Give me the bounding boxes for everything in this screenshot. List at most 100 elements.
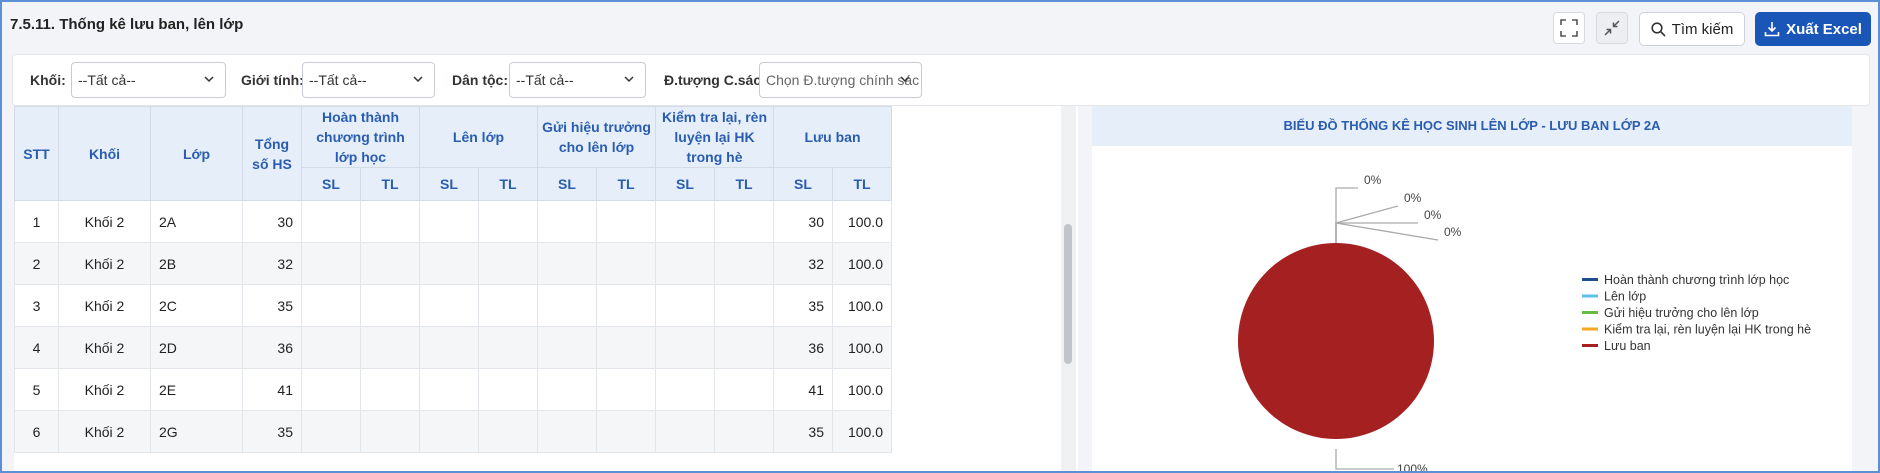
cell-luuban-tl: 100.0 <box>832 326 892 369</box>
gioitinh-select-value: --Tất cả-- <box>309 72 367 88</box>
legend-item[interactable]: Lên lớp <box>1604 290 1646 304</box>
cell-tong: 30 <box>242 200 302 243</box>
cell-empty <box>655 242 715 285</box>
gioitinh-label: Giới tính: <box>241 72 304 88</box>
cell-stt: 4 <box>14 326 59 369</box>
legend-swatch[interactable] <box>1582 344 1598 347</box>
legend-item[interactable]: Gửi hiệu trưởng cho lên lớp <box>1604 306 1759 320</box>
chart-title: BIỂU ĐỒ THỐNG KÊ HỌC SINH LÊN LỚP - LƯU … <box>1092 106 1852 146</box>
cell-tong: 35 <box>242 410 302 453</box>
khoi-select[interactable]: --Tất cả-- <box>71 62 226 98</box>
doituong-label: Đ.tượng C.sách: <box>664 72 775 88</box>
col-tongso: Tổng số HS <box>242 106 302 201</box>
table-row[interactable]: 4 Khối 2 2D 36 36 100.0 <box>14 326 892 369</box>
legend-swatch[interactable] <box>1582 278 1598 281</box>
search-button[interactable]: Tìm kiếm <box>1639 12 1745 46</box>
cell-tong: 32 <box>242 242 302 285</box>
legend-swatch[interactable] <box>1582 327 1598 331</box>
cell-empty <box>714 284 774 327</box>
cell-khoi: Khối 2 <box>58 326 151 369</box>
table-row[interactable]: 3 Khối 2 2C 35 35 100.0 <box>14 284 892 327</box>
leader-line <box>1335 449 1394 470</box>
filter-bar: Khối: --Tất cả-- Giới tính: --Tất cả-- D… <box>12 54 1870 106</box>
pie-chart: 0%0%0%0%100%Hoàn thành chương trình lớp … <box>1238 173 1811 471</box>
cell-luuban-tl: 100.0 <box>832 368 892 411</box>
cell-empty <box>419 200 479 243</box>
subcol-sl: SL <box>773 167 833 201</box>
cell-empty <box>596 368 656 411</box>
subcol-sl: SL <box>301 167 361 201</box>
subcol-tl: TL <box>596 167 656 201</box>
legend-item[interactable]: Kiểm tra lại, rèn luyện lại HK trong hè <box>1604 323 1811 337</box>
legend-item[interactable]: Hoàn thành chương trình lớp học <box>1604 273 1789 287</box>
table-row[interactable]: 2 Khối 2 2B 32 32 100.0 <box>14 242 892 285</box>
cell-empty <box>419 410 479 453</box>
chevron-down-icon <box>900 76 910 83</box>
cell-empty <box>596 284 656 327</box>
collapse-button[interactable] <box>1596 12 1628 44</box>
cell-empty <box>537 368 597 411</box>
cell-empty <box>537 326 597 369</box>
cell-empty <box>537 200 597 243</box>
cell-stt: 2 <box>14 242 59 285</box>
legend-swatch[interactable] <box>1582 294 1598 298</box>
cell-empty <box>360 410 420 453</box>
cell-stt: 6 <box>14 410 59 453</box>
app-frame: 7.5.11. Thống kê lưu ban, lên lớp Tìm ki… <box>2 2 1878 471</box>
subcol-tl: TL <box>714 167 774 201</box>
cell-tong: 36 <box>242 326 302 369</box>
cell-empty <box>419 368 479 411</box>
data-label: 0% <box>1404 191 1422 205</box>
subcol-tl: TL <box>360 167 420 201</box>
cell-empty <box>419 242 479 285</box>
subcol-sl: SL <box>419 167 479 201</box>
leader-line <box>1335 187 1358 243</box>
col-khoi: Khối <box>58 106 151 201</box>
collapse-icon <box>1604 20 1620 36</box>
cell-luuban-sl: 35 <box>773 410 833 453</box>
fullscreen-button[interactable] <box>1553 12 1585 44</box>
cell-luuban-tl: 100.0 <box>832 284 892 327</box>
search-button-label: Tìm kiếm <box>1671 20 1734 38</box>
pie-slice-4[interactable] <box>1238 243 1434 439</box>
cell-empty <box>360 284 420 327</box>
download-icon <box>1764 22 1780 37</box>
cell-lop: 2B <box>150 242 243 285</box>
cell-empty <box>714 410 774 453</box>
cell-empty <box>714 326 774 369</box>
doituong-select[interactable]: Chọn Đ.tượng chính sác <box>759 62 922 98</box>
cell-empty <box>655 200 715 243</box>
cell-empty <box>537 242 597 285</box>
table-row[interactable]: 5 Khối 2 2E 41 41 100.0 <box>14 368 892 411</box>
chevron-down-icon <box>204 76 214 83</box>
cell-luuban-sl: 36 <box>773 326 833 369</box>
col-kiemtra: Kiểm tra lại, rèn luyện lại HK trong hè <box>655 106 774 168</box>
cell-khoi: Khối 2 <box>58 242 151 285</box>
cell-empty <box>655 326 715 369</box>
cell-empty <box>596 410 656 453</box>
data-label: 0% <box>1424 208 1442 222</box>
table-row[interactable]: 1 Khối 2 2A 30 30 100.0 <box>14 200 892 243</box>
subcol-sl: SL <box>655 167 715 201</box>
cell-empty <box>360 326 420 369</box>
table-row[interactable]: 6 Khối 2 2G 35 35 100.0 <box>14 410 892 453</box>
dantoc-select[interactable]: --Tất cả-- <box>509 62 646 98</box>
cell-empty <box>655 410 715 453</box>
cell-tong: 41 <box>242 368 302 411</box>
export-excel-button[interactable]: Xuất Excel <box>1755 12 1871 46</box>
cell-empty <box>714 200 774 243</box>
cell-empty <box>537 410 597 453</box>
legend-swatch[interactable] <box>1582 311 1598 314</box>
cell-empty <box>537 284 597 327</box>
col-stt: STT <box>14 106 59 201</box>
gioitinh-select[interactable]: --Tất cả-- <box>302 62 435 98</box>
cell-tong: 35 <box>242 284 302 327</box>
table-scrollbar-thumb[interactable] <box>1064 224 1072 364</box>
cell-stt: 5 <box>14 368 59 411</box>
cell-empty <box>478 200 538 243</box>
cell-empty <box>714 242 774 285</box>
legend-item[interactable]: Lưu ban <box>1604 339 1651 353</box>
cell-empty <box>301 242 361 285</box>
cell-empty <box>655 284 715 327</box>
subcol-tl: TL <box>832 167 892 201</box>
